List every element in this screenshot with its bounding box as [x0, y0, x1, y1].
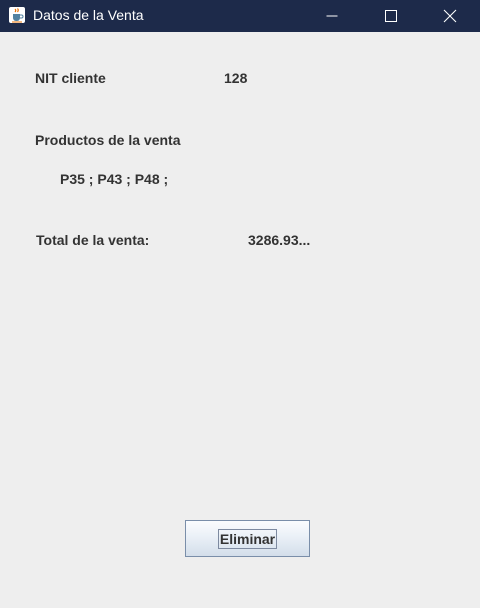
window-title: Datos de la Venta	[33, 7, 144, 23]
total-label: Total de la venta:	[36, 232, 150, 248]
maximize-icon	[385, 10, 397, 22]
close-icon	[443, 9, 457, 23]
delete-button[interactable]: Eliminar	[185, 520, 310, 557]
minimize-button[interactable]	[304, 0, 360, 32]
title-bar[interactable]: Datos de la Venta	[0, 0, 480, 32]
total-value: 3286.93...	[248, 232, 311, 248]
nit-client-value: 128	[224, 70, 248, 86]
maximize-button[interactable]	[363, 0, 419, 32]
delete-button-label: Eliminar	[217, 528, 278, 549]
products-value: P35 ; P43 ; P48 ;	[60, 171, 169, 187]
sale-details-window: Datos de la Venta NIT cliente 128 Produc…	[0, 0, 480, 608]
products-label: Productos de la venta	[35, 132, 181, 148]
content-panel: NIT cliente 128 Productos de la venta P3…	[0, 32, 480, 608]
minimize-icon	[326, 10, 338, 22]
nit-client-label: NIT cliente	[35, 70, 106, 86]
java-cup-icon	[8, 6, 26, 24]
close-button[interactable]	[422, 0, 478, 32]
